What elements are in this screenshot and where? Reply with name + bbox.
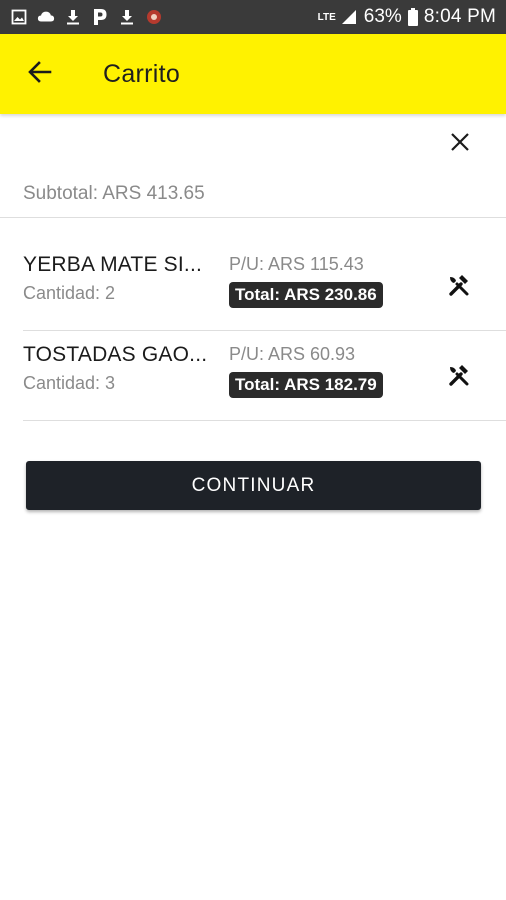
parking-icon xyxy=(91,8,109,26)
item-total-badge: Total: ARS 182.79 xyxy=(229,372,383,398)
cart-item: TOSTADAS GAO... Cantidad: 3 P/U: ARS 60.… xyxy=(0,333,506,421)
cloud-icon xyxy=(37,8,55,26)
item-quantity: Cantidad: 3 xyxy=(23,373,116,393)
cart-item: YERBA MATE SI... Cantidad: 2 P/U: ARS 11… xyxy=(0,243,506,331)
clock: 8:04 PM xyxy=(423,6,496,27)
download-icon xyxy=(64,8,82,26)
divider xyxy=(23,420,506,421)
arrow-left-icon xyxy=(27,59,53,90)
status-bar-left xyxy=(10,8,163,26)
item-unit-price: P/U: ARS 60.93 xyxy=(229,344,356,364)
item-name: TOSTADAS GAO... xyxy=(23,343,208,366)
signal-icon xyxy=(340,8,358,26)
edit-item-button[interactable] xyxy=(440,269,478,307)
app-bar: Carrito xyxy=(0,34,506,114)
item-quantity: Cantidad: 2 xyxy=(23,283,116,303)
close-button[interactable] xyxy=(440,124,480,164)
status-bar-right: LTE 63% 8:04 PM xyxy=(318,6,496,28)
item-total-badge: Total: ARS 230.86 xyxy=(229,282,383,308)
battery-icon xyxy=(407,8,418,26)
tools-icon xyxy=(447,274,471,303)
back-button[interactable] xyxy=(17,51,63,97)
item-name: YERBA MATE SI... xyxy=(23,253,203,276)
continue-button[interactable]: CONTINUAR xyxy=(26,461,481,510)
lte-label: LTE xyxy=(317,11,336,23)
image-icon xyxy=(10,8,28,26)
status-bar: LTE 63% 8:04 PM xyxy=(0,0,506,34)
tools-icon xyxy=(447,364,471,393)
divider xyxy=(23,330,506,331)
download-icon xyxy=(118,8,136,26)
item-unit-price: P/U: ARS 115.43 xyxy=(229,254,364,274)
app-notification-icon xyxy=(145,8,163,26)
edit-item-button[interactable] xyxy=(440,359,478,397)
battery-percent: 63% xyxy=(363,6,402,27)
divider xyxy=(0,217,506,218)
close-icon xyxy=(450,132,470,157)
page-title: Carrito xyxy=(103,59,181,88)
subtotal: Subtotal: ARS 413.65 xyxy=(23,183,205,204)
